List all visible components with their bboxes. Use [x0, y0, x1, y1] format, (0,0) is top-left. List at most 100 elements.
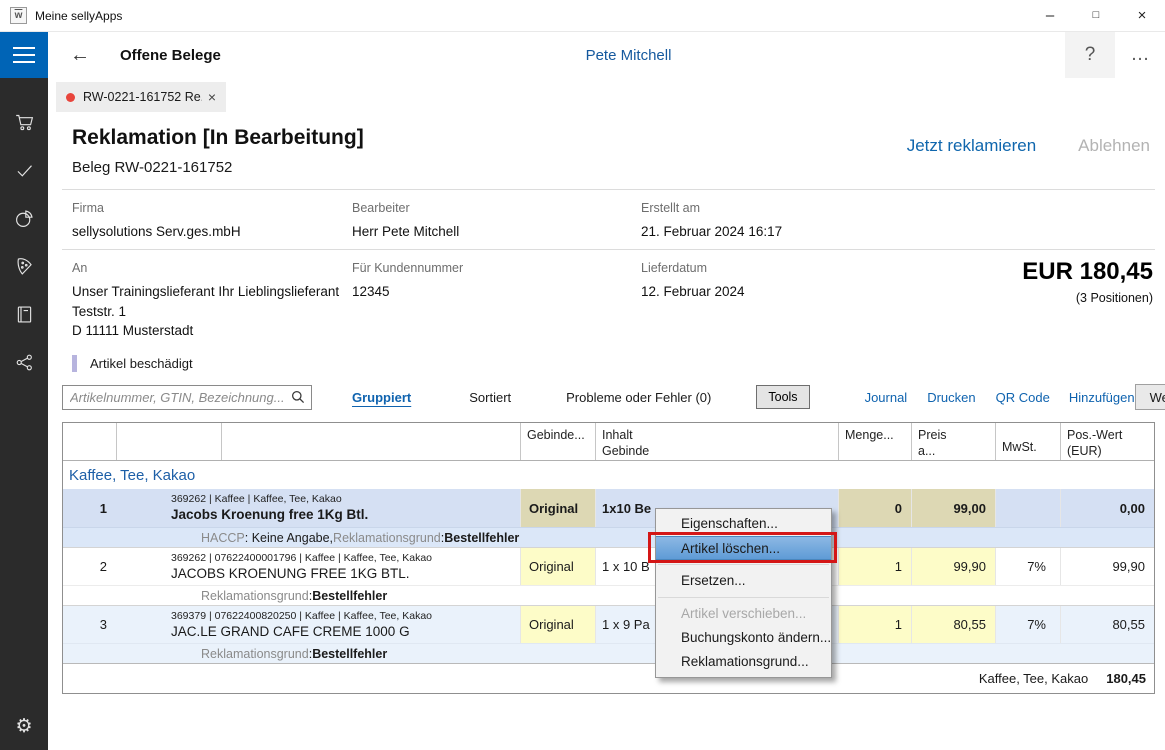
search-input[interactable]: [62, 385, 312, 410]
user-name-link[interactable]: Pete Mitchell: [586, 47, 672, 64]
unsaved-dot-icon: [66, 93, 75, 102]
toggle-grouped[interactable]: Gruppiert: [352, 390, 411, 405]
cell-preis[interactable]: 99,00: [911, 489, 995, 527]
field-firma: Firma sellysolutions Serv.ges.mbH: [72, 201, 352, 249]
field-bearbeiter: Bearbeiter Herr Pete Mitchell: [352, 201, 641, 249]
row-meta: 369379 | 07622400820250 | Kaffee | Kaffe…: [171, 610, 520, 622]
cell-poswert: 0,00: [1060, 489, 1154, 527]
problems-filter[interactable]: Probleme oder Fehler (0): [566, 390, 711, 405]
sidebar-item-settings[interactable]: ⚙: [0, 706, 48, 746]
table-row[interactable]: 1 369262 | Kaffee | Kaffee, Tee, Kakao J…: [63, 489, 1154, 527]
toolbar: Gruppiert Sortiert Probleme oder Fehler …: [62, 384, 1155, 410]
row-name: JACOBS KROENUNG FREE 1KG BTL.: [171, 566, 520, 581]
cell-gebinde[interactable]: Original: [520, 548, 595, 585]
qr-code-link[interactable]: QR Code: [996, 390, 1050, 405]
app-logo-icon: w: [10, 7, 27, 24]
group-header[interactable]: Kaffee, Tee, Kakao: [63, 461, 1154, 489]
maximize-button[interactable]: □: [1073, 0, 1119, 32]
info-row-2: An Unser Trainingslieferant Ihr Liebling…: [62, 250, 1155, 350]
footer-group-label: Kaffee, Tee, Kakao: [979, 671, 1088, 686]
more-options-button[interactable]: …: [1115, 32, 1165, 78]
cell-menge[interactable]: 1: [838, 606, 911, 643]
info-row-1: Firma sellysolutions Serv.ges.mbH Bearbe…: [62, 190, 1155, 250]
help-button[interactable]: ?: [1065, 32, 1115, 78]
check-icon: [14, 160, 35, 181]
gear-icon: ⚙: [15, 717, 32, 736]
sidebar-item-tasks[interactable]: [0, 150, 48, 190]
col-poswert[interactable]: Pos.-Wert (EUR): [1060, 423, 1154, 460]
cell-menge[interactable]: 0: [838, 489, 911, 527]
menu-item-buchungskonto-aendern[interactable]: Buchungskonto ändern...: [656, 626, 831, 650]
group-footer: Kaffee, Tee, Kakao 180,45: [63, 663, 1154, 693]
cell-mwst: 7%: [995, 548, 1060, 585]
toggle-sorted[interactable]: Sortiert: [469, 390, 511, 405]
table-row[interactable]: 2 369262 | 07622400001796 | Kaffee | Kaf…: [63, 547, 1154, 585]
complaint-note: Artikel beschädigt: [72, 352, 1155, 374]
cell-menge[interactable]: 1: [838, 548, 911, 585]
journal-link[interactable]: Journal: [865, 390, 908, 405]
pie-chart-icon: [14, 208, 35, 229]
col-spacer: [116, 423, 221, 460]
total-amount: EUR 180,45: [1022, 258, 1153, 286]
positions-table: Gebinde... Inhalt Gebinde Menge... Preis…: [62, 422, 1155, 694]
cell-poswert: 80,55: [1060, 606, 1154, 643]
menu-item-ersetzen[interactable]: Ersetzen...: [656, 569, 831, 593]
add-link[interactable]: Hinzufügen: [1069, 390, 1135, 405]
tab-close-icon[interactable]: ×: [202, 89, 216, 105]
reclaim-now-button[interactable]: Jetzt reklamieren: [907, 136, 1036, 156]
menu-item-artikel-loeschen[interactable]: Artikel löschen...: [656, 536, 831, 560]
more-dropdown-label: Weitere: [1150, 390, 1165, 405]
menu-item-reklamationsgrund[interactable]: Reklamationsgrund...: [656, 650, 831, 674]
sidebar-item-cart[interactable]: [0, 102, 48, 142]
total-positions: (3 Positionen): [1022, 291, 1153, 305]
sidebar: ⚙: [0, 78, 48, 750]
search-icon[interactable]: [290, 389, 306, 410]
reject-button[interactable]: Ablehnen: [1078, 136, 1150, 156]
cell-preis[interactable]: 80,55: [911, 606, 995, 643]
table-subrow: Reklamationsgrund: Bestellfehler: [63, 643, 1154, 663]
menu-item-eigenschaften[interactable]: Eigenschaften...: [656, 512, 831, 536]
minimize-button[interactable]: –: [1027, 0, 1073, 32]
tab-strip: RW-0221-161752 Re... ×: [48, 78, 1165, 112]
document-total: EUR 180,45 (3 Positionen): [1022, 258, 1153, 305]
table-row[interactable]: 3 369379 | 07622400820250 | Kaffee | Kaf…: [63, 605, 1154, 643]
sidebar-item-statistics[interactable]: [0, 198, 48, 238]
row-meta: 369262 | Kaffee | Kaffee, Tee, Kakao: [171, 493, 520, 505]
cell-mwst: [995, 489, 1060, 527]
cell-gebinde[interactable]: Original: [520, 489, 595, 527]
cell-mwst: 7%: [995, 606, 1060, 643]
print-link[interactable]: Drucken: [927, 390, 975, 405]
menu-separator: [658, 564, 829, 565]
footer-group-total: 180,45: [1106, 671, 1146, 686]
cell-gebinde[interactable]: Original: [520, 606, 595, 643]
tools-button[interactable]: Tools: [756, 385, 809, 409]
col-mwst[interactable]: MwSt.: [995, 423, 1060, 460]
sidebar-item-network[interactable]: [0, 342, 48, 382]
note-text: Artikel beschädigt: [90, 356, 193, 371]
row-position: 2: [63, 548, 116, 585]
close-button[interactable]: ×: [1119, 0, 1165, 32]
cell-preis[interactable]: 99,90: [911, 548, 995, 585]
row-name: Jacobs Kroenung free 1Kg Btl.: [171, 507, 520, 522]
table-subrow: Reklamationsgrund: Bestellfehler: [63, 585, 1154, 605]
col-state: [63, 423, 116, 460]
sidebar-item-offers[interactable]: [0, 246, 48, 286]
col-preis[interactable]: Preis a...: [911, 423, 995, 460]
col-menge[interactable]: Menge...: [838, 423, 911, 460]
row-meta: 369262 | 07622400001796 | Kaffee | Kaffe…: [171, 552, 520, 564]
col-inhalt[interactable]: Inhalt Gebinde: [595, 423, 838, 460]
sidebar-item-catalog[interactable]: [0, 294, 48, 334]
menu-separator: [658, 597, 829, 598]
note-bar-icon: [72, 355, 77, 372]
more-dropdown-button[interactable]: Weitere: [1135, 384, 1165, 410]
document-header: Reklamation [In Bearbeitung] Beleg RW-02…: [62, 112, 1155, 190]
back-arrow-icon[interactable]: ←: [70, 45, 90, 65]
table-subrow: HACCP: Keine Angabe, Reklamationsgrund: …: [63, 527, 1154, 547]
tab-document[interactable]: RW-0221-161752 Re... ×: [56, 82, 226, 112]
hamburger-menu-button[interactable]: [0, 32, 48, 78]
context-menu: Eigenschaften... Artikel löschen... Erse…: [655, 508, 832, 678]
app-header: ← Offene Belege Pete Mitchell ? …: [0, 32, 1165, 78]
window-titlebar: w Meine sellyApps – □ ×: [0, 0, 1165, 32]
col-gebinde[interactable]: Gebinde...: [520, 423, 595, 460]
field-erstellt-am: Erstellt am 21. Februar 2024 16:17: [641, 201, 1155, 249]
